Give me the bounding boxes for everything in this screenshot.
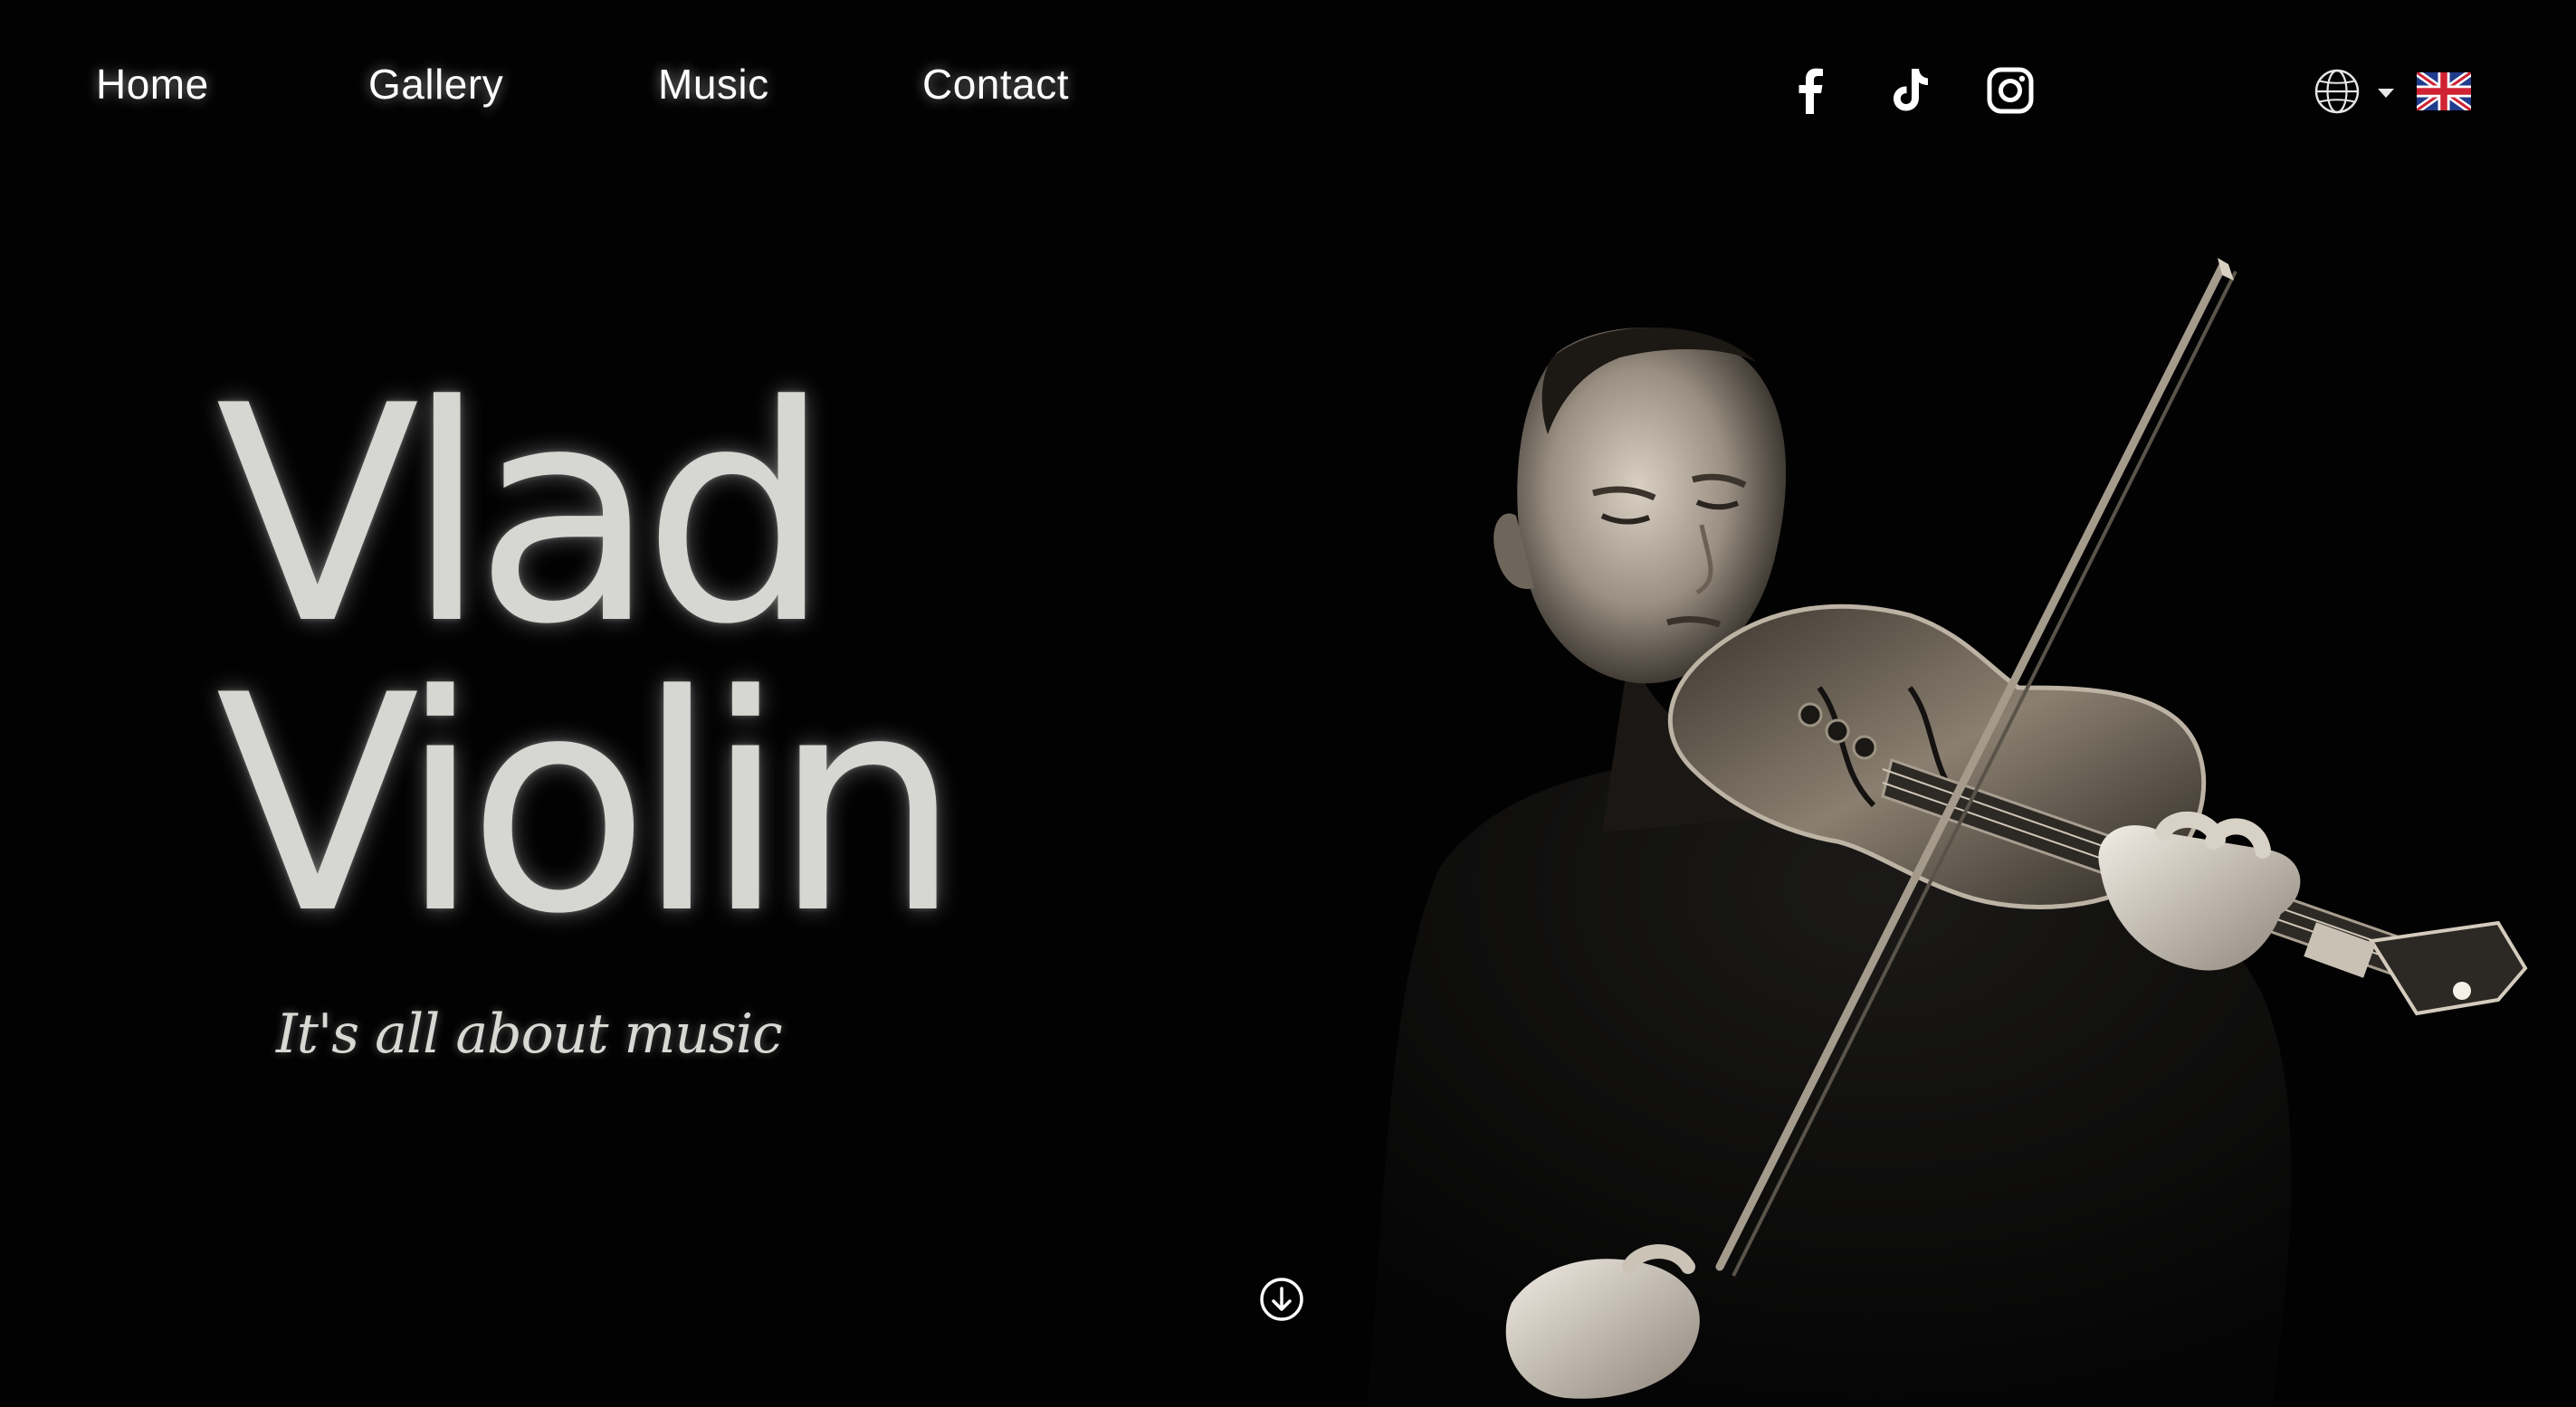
hero-tagline: It's all about music	[276, 1003, 783, 1066]
chevron-down-icon	[2378, 89, 2394, 98]
nav-link-music[interactable]: Music	[658, 60, 769, 109]
globe-icon	[2314, 69, 2360, 114]
language-selector[interactable]	[2313, 65, 2476, 119]
facebook-icon[interactable]	[1788, 65, 1835, 116]
top-navigation: Home Gallery Music Contact	[0, 0, 2576, 190]
hero-title-line-1: Vlad	[215, 342, 832, 689]
nav-link-contact[interactable]: Contact	[922, 60, 1069, 109]
hero-title: Vlad Violin	[215, 342, 962, 979]
arrow-down-circle-icon[interactable]	[1258, 1276, 1305, 1323]
violinist-photo	[1367, 258, 2528, 1407]
nav-link-gallery[interactable]: Gallery	[368, 60, 503, 109]
hero-title-line-2: Violin	[215, 632, 962, 979]
nav-link-home[interactable]: Home	[96, 60, 209, 109]
tiktok-icon[interactable]	[1887, 65, 1934, 116]
instagram-icon[interactable]	[1987, 65, 2034, 116]
uk-flag-icon[interactable]	[2417, 72, 2471, 110]
